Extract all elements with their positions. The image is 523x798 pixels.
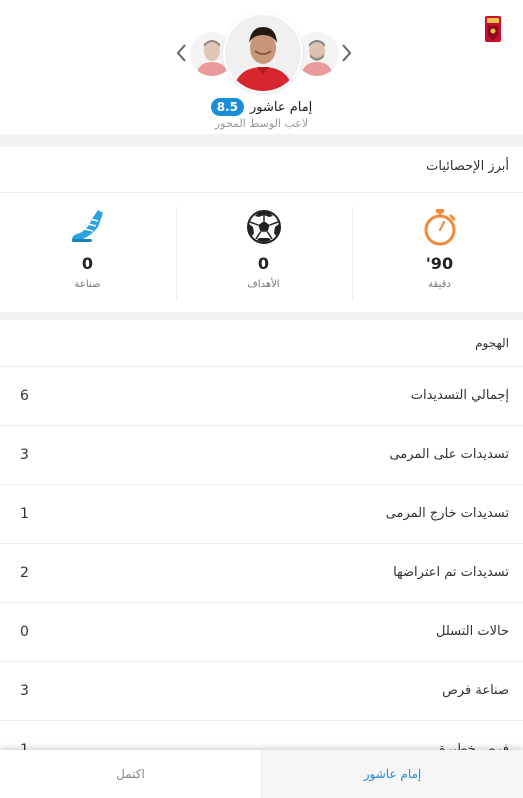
- list-item: فرص خطيرة 1: [0, 721, 523, 750]
- football-icon: [246, 210, 281, 244]
- stat-value: 0: [257, 254, 270, 273]
- divider: [0, 192, 523, 193]
- player-avatar: [225, 15, 301, 91]
- chevron-right-icon[interactable]: [334, 41, 358, 65]
- stopwatch-icon: [424, 209, 455, 246]
- stat-row-label: تسديدات تم اعتراضها: [393, 565, 509, 580]
- stat-row-label: إجمالي التسديدات: [410, 388, 509, 403]
- list-item: تسديدات على المرمى 3: [0, 426, 523, 485]
- stat-row-value: 1: [20, 742, 29, 750]
- stat-row-label: تسديدات خارج المرمى: [385, 506, 509, 521]
- stat-row-value: 3: [20, 683, 29, 699]
- stat-label: دقيقة: [428, 279, 451, 290]
- stat-row-value: 2: [20, 565, 29, 581]
- stat-row-value: 3: [20, 447, 29, 463]
- stat-goals: 0 الأهداف: [176, 207, 351, 301]
- player-name: إمام عاشور: [249, 99, 313, 115]
- tab-substitute[interactable]: اكتمل: [0, 750, 262, 798]
- stat-row-label: تسديدات على المرمى: [389, 447, 509, 462]
- rating-badge: 8.5: [210, 98, 244, 116]
- list-item: تسديدات خارج المرمى 1: [0, 485, 523, 544]
- boot-icon: [71, 210, 103, 242]
- list-item: صناعة فرص 3: [0, 662, 523, 721]
- al-ahly-crest-icon: [485, 16, 501, 42]
- tab-player[interactable]: إمام عاشور: [262, 750, 523, 798]
- next-player-avatar[interactable]: [295, 32, 339, 76]
- stat-value: '90: [425, 254, 454, 273]
- list-item: إجمالي التسديدات 6: [0, 367, 523, 426]
- stat-row-label: حالات التسلل: [435, 624, 509, 639]
- attack-stats-list[interactable]: الهجوم إجمالي التسديدات 6 تسديدات على ال…: [0, 320, 523, 750]
- stat-row-label: صناعة فرص: [442, 683, 509, 698]
- stat-label: صناعة: [74, 279, 101, 290]
- player-position: لاعب الوسط المحور: [214, 117, 309, 130]
- list-item: تسديدات تم اعتراضها 2: [0, 544, 523, 603]
- player-name-row: إمام عاشور 8.5: [0, 97, 523, 117]
- list-item: حالات التسلل 0: [0, 603, 523, 662]
- highlights-title: أبرز الإحصائيات: [426, 159, 509, 174]
- highlights-card: أبرز الإحصائيات 0 صناعة 0 الأهداف '90 دق…: [0, 147, 523, 312]
- bottom-tab-bar: اكتمل إمام عاشور: [0, 750, 523, 798]
- stat-assists: 0 صناعة: [0, 207, 175, 301]
- stat-value: 0: [81, 254, 94, 273]
- section-title: الهجوم: [0, 320, 523, 367]
- stat-row-value: 1: [20, 506, 29, 522]
- stat-minutes: '90 دقيقة: [352, 207, 523, 301]
- stat-row-label: فرص خطيرة: [439, 742, 509, 750]
- stat-row-value: 6: [20, 388, 29, 404]
- stat-row-value: 0: [20, 624, 29, 640]
- player-header: إمام عاشور 8.5 لاعب الوسط المحور: [0, 0, 523, 134]
- stat-label: الأهداف: [247, 279, 280, 290]
